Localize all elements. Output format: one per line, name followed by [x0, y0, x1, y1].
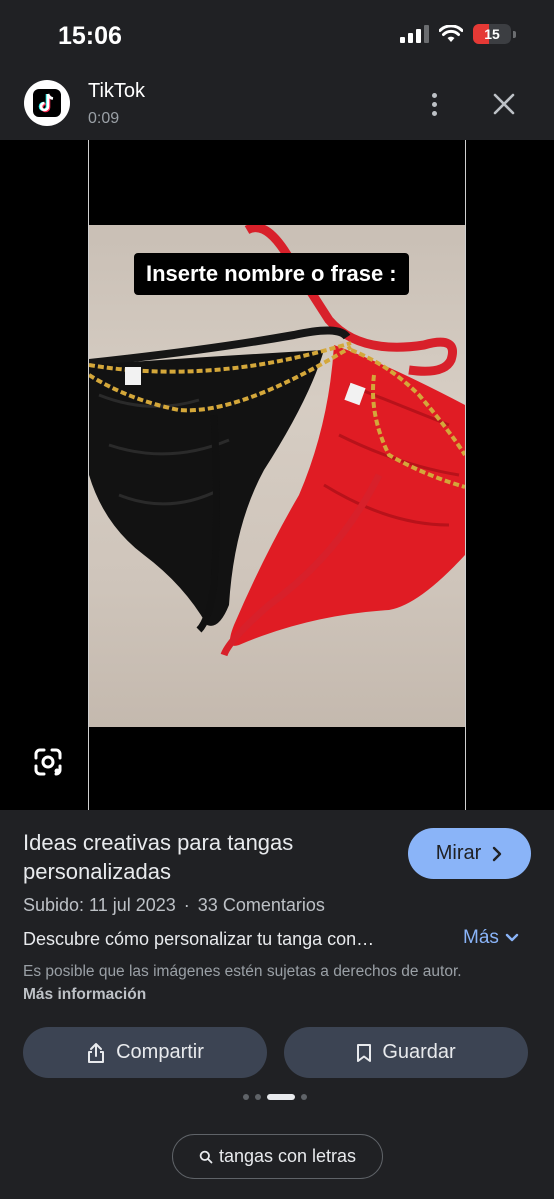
- related-search-label: tangas con letras: [218, 1146, 357, 1166]
- cellular-signal-icon: [400, 25, 429, 43]
- overlay-caption: Inserte nombre o frase :: [134, 253, 409, 295]
- page-dot[interactable]: [255, 1094, 261, 1100]
- more-button[interactable]: Más: [463, 927, 519, 949]
- related-search-chip[interactable]: tangas con letras: [172, 1134, 383, 1179]
- result-description: Descubre cómo personalizar tu tanga con…: [23, 929, 375, 949]
- page-dot[interactable]: [243, 1094, 249, 1100]
- page-dot[interactable]: [301, 1094, 307, 1100]
- wifi-icon: [439, 25, 463, 42]
- copyright-text: Es posible que las imágenes estén sujeta…: [23, 963, 462, 980]
- more-label: Más: [463, 927, 499, 948]
- tiktok-logo-icon[interactable]: [24, 80, 70, 126]
- app-title[interactable]: TikTok: [88, 80, 145, 103]
- battery-icon: 15: [473, 24, 511, 44]
- share-icon: [88, 1042, 105, 1063]
- save-label: Guardar: [382, 1041, 456, 1063]
- bookmark-icon: [357, 1043, 372, 1062]
- product-photo: [89, 225, 465, 727]
- status-icons: 15: [400, 24, 516, 44]
- result-title[interactable]: Ideas creativas para tangas personalizad…: [23, 828, 383, 886]
- close-icon[interactable]: [488, 88, 520, 120]
- app-header: TikTok 0:09: [0, 72, 554, 140]
- save-button[interactable]: Guardar: [284, 1027, 528, 1078]
- battery-cap: [513, 30, 516, 38]
- share-label: Compartir: [116, 1041, 204, 1063]
- copyright-notice: Es posible que las imágenes estén sujeta…: [23, 960, 493, 1006]
- upload-date: Subido: 11 jul 2023: [23, 895, 176, 915]
- watch-button[interactable]: Mirar: [408, 828, 531, 879]
- chevron-right-icon: [493, 846, 502, 861]
- search-icon: [199, 1150, 213, 1163]
- google-lens-icon[interactable]: [30, 744, 66, 780]
- meta-separator: ·: [183, 895, 190, 915]
- status-bar: 15:06 15: [0, 0, 554, 72]
- video-duration: 0:09: [88, 110, 120, 127]
- comment-count: 33 Comentarios: [197, 895, 325, 915]
- result-meta: Subido: 11 jul 2023 · 33 Comentarios: [23, 895, 325, 916]
- page-dot-active[interactable]: [267, 1094, 295, 1100]
- watch-label: Mirar: [435, 842, 482, 864]
- pagination-dots: [243, 1094, 307, 1100]
- chevron-down-icon: [505, 933, 519, 942]
- media-preview[interactable]: Inserte nombre o frase :: [0, 140, 554, 810]
- more-info-link[interactable]: Más información: [23, 986, 146, 1003]
- battery-level: 15: [484, 26, 500, 42]
- more-vert-icon[interactable]: [420, 88, 448, 120]
- status-time: 15:06: [58, 22, 122, 50]
- share-button[interactable]: Compartir: [23, 1027, 267, 1078]
